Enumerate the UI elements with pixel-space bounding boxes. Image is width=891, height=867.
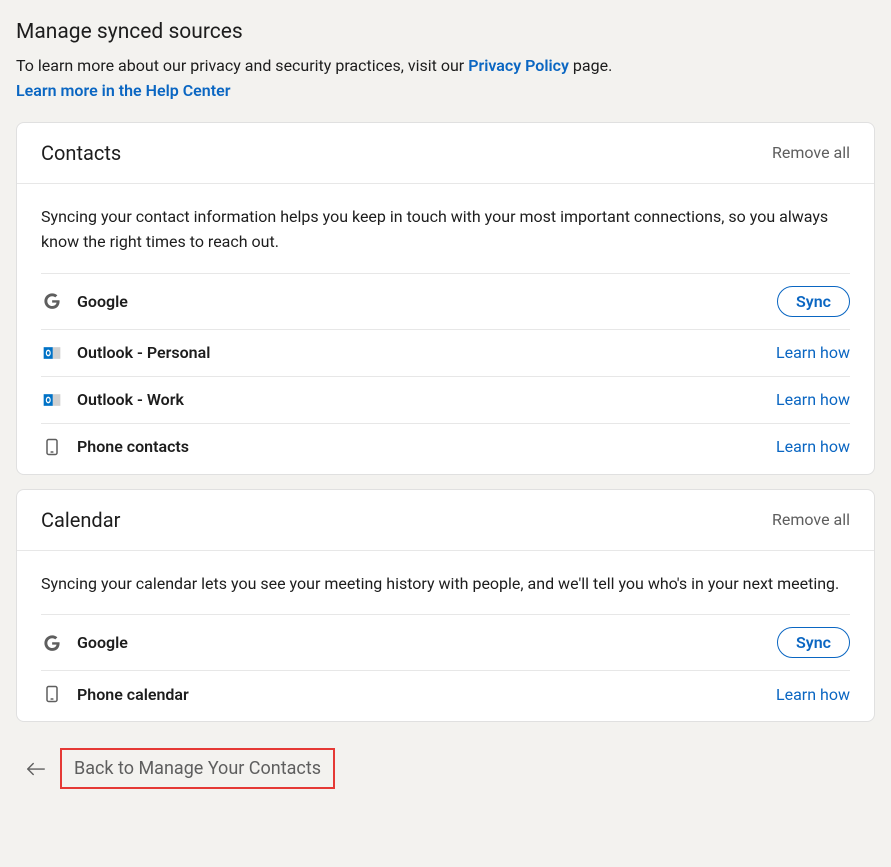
source-label: Google [77, 292, 128, 311]
google-icon [41, 632, 63, 654]
calendar-description: Syncing your calendar lets you see your … [17, 551, 874, 615]
calendar-heading: Calendar [41, 508, 120, 532]
source-label: Phone contacts [77, 437, 189, 456]
learn-how-link[interactable]: Learn how [776, 685, 850, 704]
calendar-sources-list: Google Sync Phone calendar Learn how [17, 614, 874, 721]
sync-button[interactable]: Sync [777, 286, 850, 317]
intro-text-suffix: page. [569, 56, 612, 75]
phone-icon [41, 436, 63, 458]
back-row: Back to Manage Your Contacts [16, 748, 875, 789]
google-icon [41, 290, 63, 312]
help-center-link[interactable]: Learn more in the Help Center [16, 81, 230, 100]
contacts-heading: Contacts [41, 141, 121, 165]
contacts-source-row: Outlook - Work Learn how [41, 376, 850, 423]
learn-how-link[interactable]: Learn how [776, 437, 850, 456]
contacts-source-row: Phone contacts Learn how [41, 423, 850, 470]
source-label: Google [77, 633, 128, 652]
learn-how-link[interactable]: Learn how [776, 343, 850, 362]
privacy-policy-link[interactable]: Privacy Policy [468, 56, 569, 75]
intro-text-prefix: To learn more about our privacy and secu… [16, 56, 468, 75]
source-left: Phone contacts [41, 436, 189, 458]
source-left: Phone calendar [41, 683, 189, 705]
source-left: Google [41, 290, 128, 312]
outlook-icon [41, 389, 63, 411]
contacts-sources-list: GoogleSyncOutlook - PersonalLearn howOut… [17, 273, 874, 474]
contacts-source-row: Outlook - Personal Learn how [41, 329, 850, 376]
calendar-source-row: Google Sync [41, 614, 850, 670]
calendar-remove-all-button[interactable]: Remove all [772, 510, 850, 529]
outlook-icon [41, 342, 63, 364]
arrow-left-icon [24, 757, 48, 781]
source-label: Phone calendar [77, 685, 189, 704]
source-label: Outlook - Work [77, 390, 184, 409]
contacts-description: Syncing your contact information helps y… [17, 184, 874, 273]
back-to-contacts-button[interactable]: Back to Manage Your Contacts [60, 748, 335, 789]
page-title: Manage synced sources [16, 20, 875, 44]
source-left: Google [41, 632, 128, 654]
calendar-card-header: Calendar Remove all [17, 490, 874, 551]
calendar-source-row: Phone calendar Learn how [41, 670, 850, 717]
contacts-card: Contacts Remove all Syncing your contact… [16, 122, 875, 475]
contacts-card-header: Contacts Remove all [17, 123, 874, 184]
source-label: Outlook - Personal [77, 343, 210, 362]
learn-how-link[interactable]: Learn how [776, 390, 850, 409]
sync-button[interactable]: Sync [777, 627, 850, 658]
source-left: Outlook - Work [41, 389, 184, 411]
contacts-remove-all-button[interactable]: Remove all [772, 143, 850, 162]
intro-paragraph: To learn more about our privacy and secu… [16, 54, 875, 104]
source-left: Outlook - Personal [41, 342, 210, 364]
phone-icon [41, 683, 63, 705]
contacts-source-row: Google Sync [41, 273, 850, 329]
calendar-card: Calendar Remove all Syncing your calenda… [16, 489, 875, 723]
